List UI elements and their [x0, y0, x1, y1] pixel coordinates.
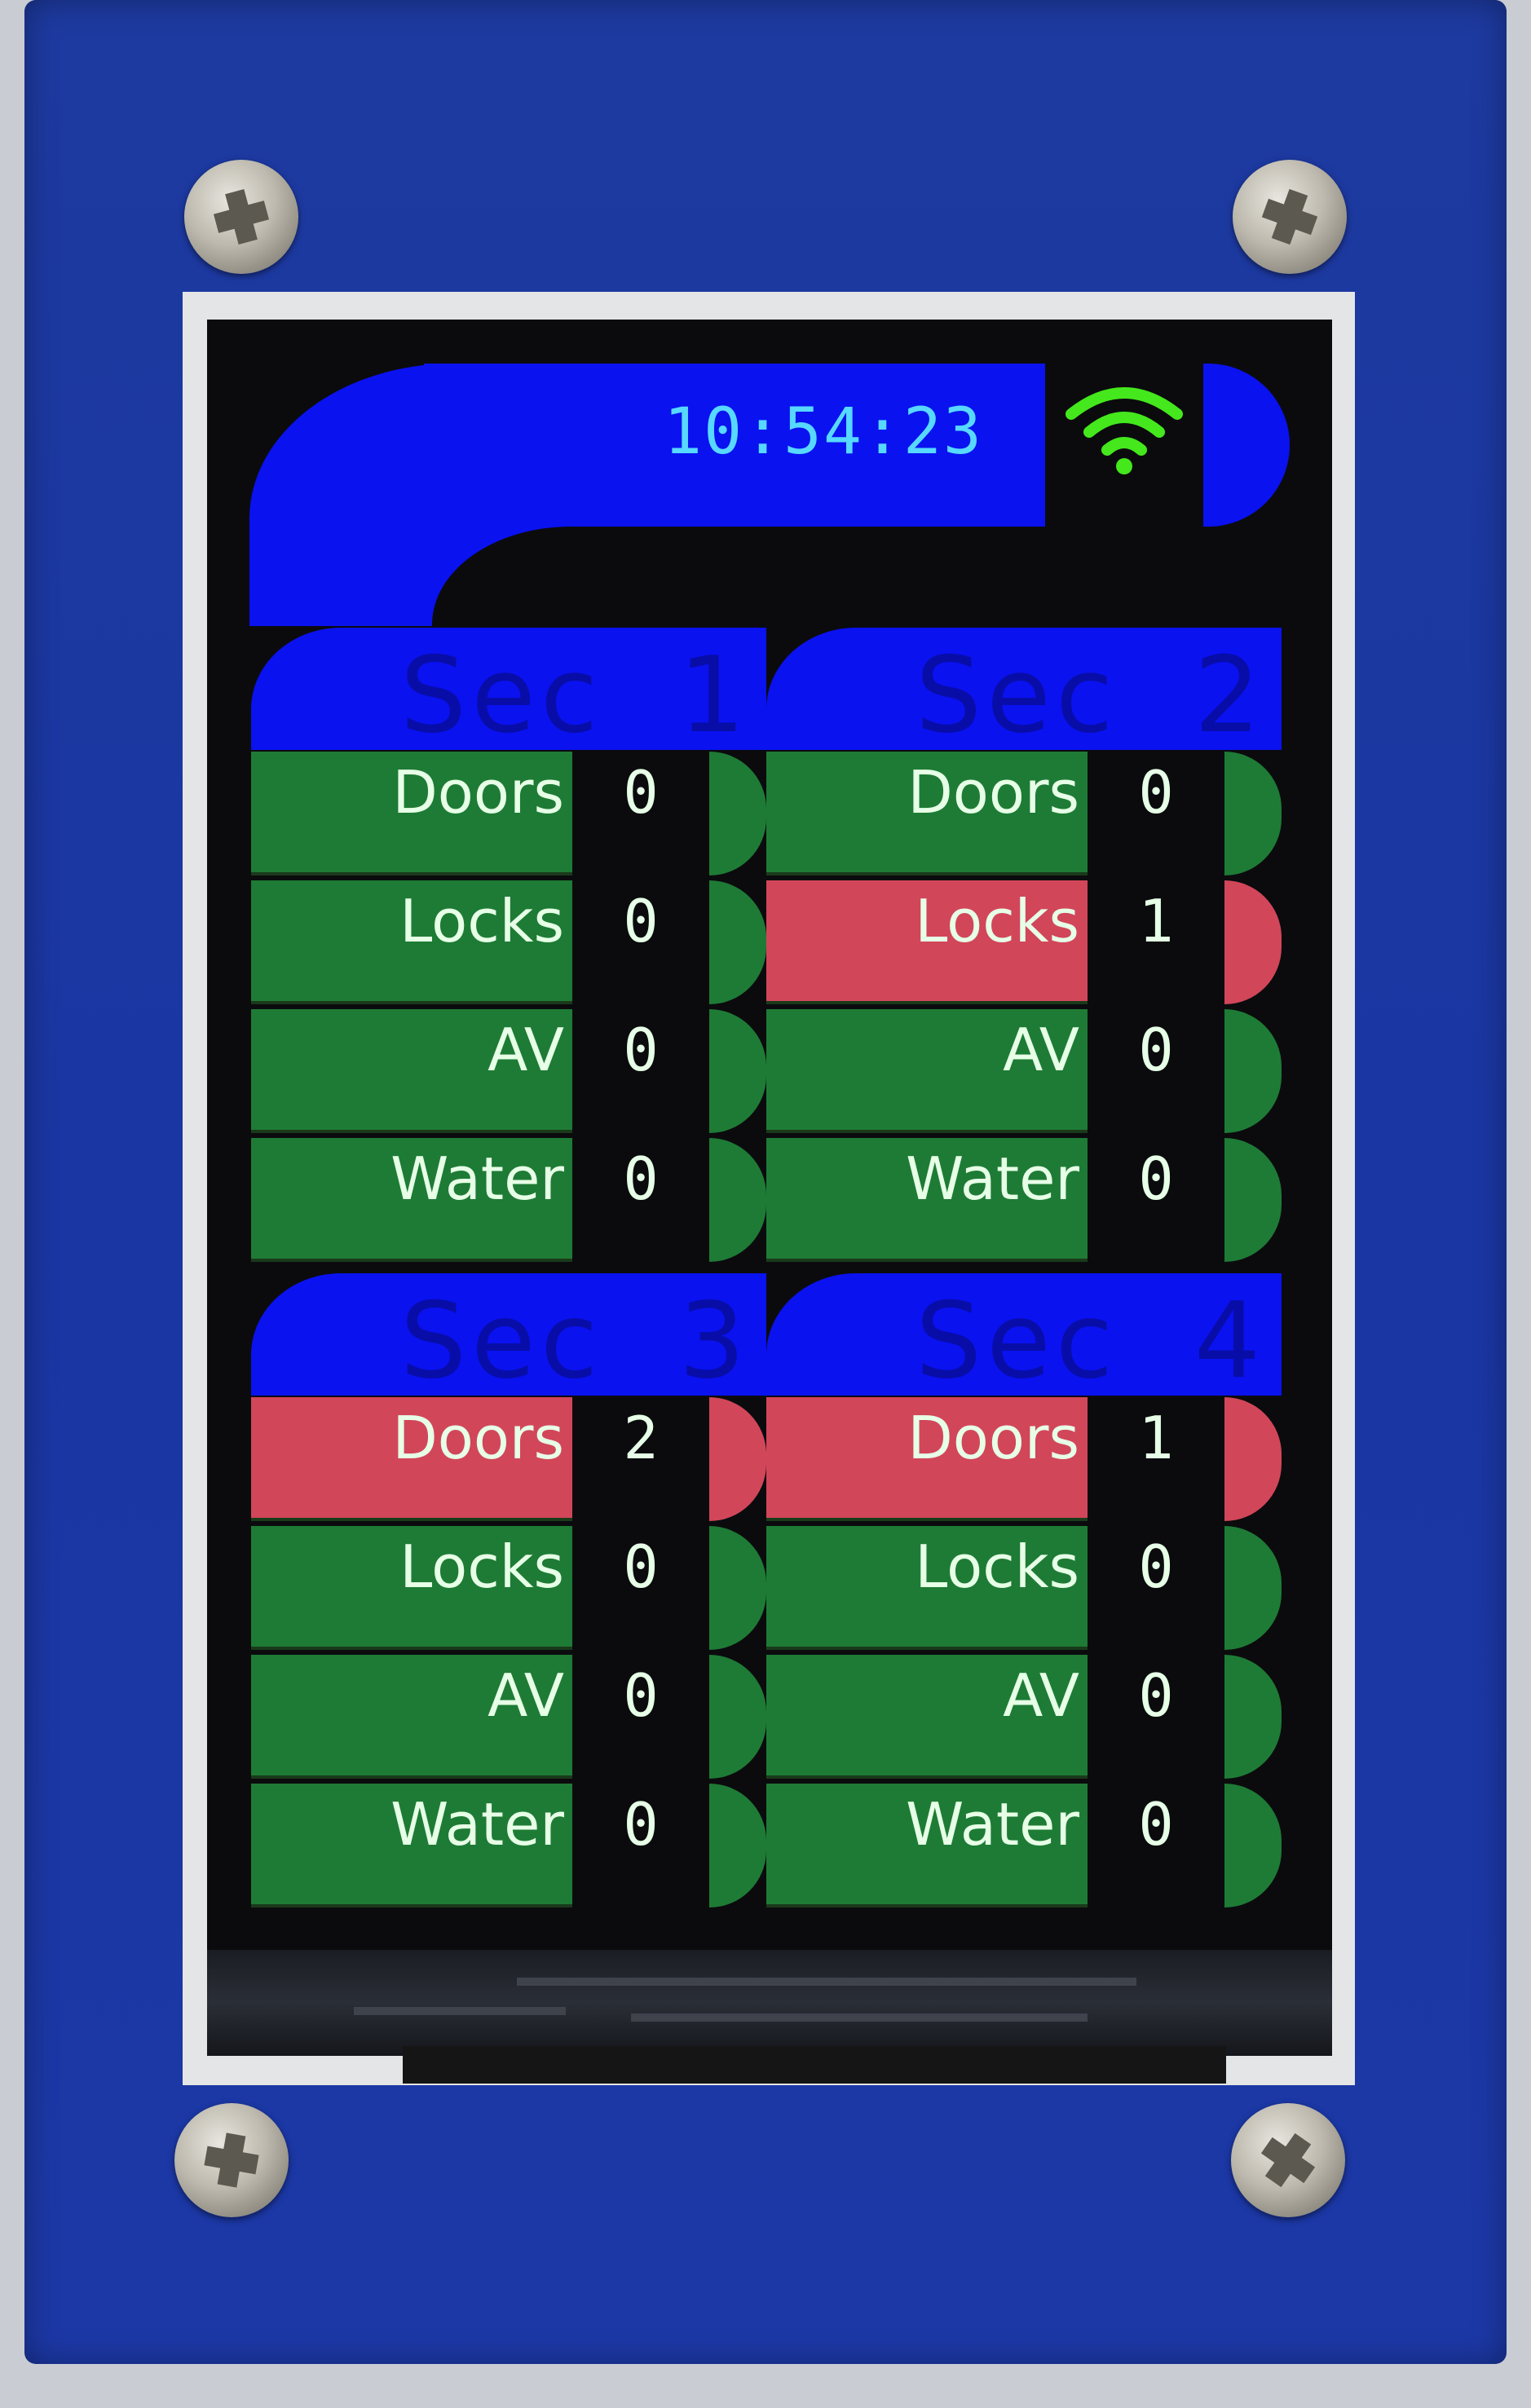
lcd-flex-strip — [207, 1950, 1332, 2056]
status-indicator-cap — [1224, 752, 1282, 875]
status-count: 0 — [572, 1784, 709, 1907]
section-1-row-water: Water 0 — [251, 1138, 766, 1262]
status-count: 0 — [572, 1138, 709, 1262]
section-3-row-doors: Doors 2 — [251, 1397, 766, 1521]
section-3-row-av: AV 0 — [251, 1655, 766, 1779]
status-label: Locks — [766, 880, 1088, 1004]
status-count: 0 — [1088, 752, 1224, 875]
lcd-connector — [403, 2046, 1226, 2084]
status-count: 0 — [1088, 1009, 1224, 1133]
screw-top-right — [1233, 160, 1347, 274]
section-3-header: Sec 3 — [251, 1273, 766, 1396]
status-count: 0 — [1088, 1138, 1224, 1262]
status-count: 0 — [1088, 1526, 1224, 1650]
status-label: Water — [251, 1784, 572, 1907]
status-indicator-cap — [1224, 1138, 1282, 1262]
wifi-icon — [1063, 380, 1185, 478]
section-3-row-locks: Locks 0 — [251, 1526, 766, 1650]
section-2-row-av: AV 0 — [766, 1009, 1282, 1133]
section-2-row-locks: Locks 1 — [766, 880, 1282, 1004]
section-4-row-doors: Doors 1 — [766, 1397, 1282, 1521]
status-count: 1 — [1088, 880, 1224, 1004]
section-1-title: Sec 1 — [399, 635, 750, 750]
section-1-row-locks: Locks 0 — [251, 880, 766, 1004]
status-label: AV — [766, 1009, 1088, 1133]
section-2-header: Sec 2 — [766, 628, 1282, 750]
section-1-row-doors: Doors 0 — [251, 752, 766, 875]
screw-bottom-right — [1231, 2103, 1345, 2217]
status-label: AV — [251, 1009, 572, 1133]
status-label: AV — [766, 1655, 1088, 1779]
section-4-row-locks: Locks 0 — [766, 1526, 1282, 1650]
status-count: 2 — [572, 1397, 709, 1521]
status-indicator-cap — [709, 1526, 766, 1650]
status-indicator-cap — [709, 752, 766, 875]
status-indicator-cap — [1224, 880, 1282, 1004]
status-label: Doors — [766, 752, 1088, 875]
section-4-row-water: Water 0 — [766, 1784, 1282, 1907]
status-count: 0 — [572, 1526, 709, 1650]
status-label: Locks — [766, 1526, 1088, 1650]
status-indicator-cap — [709, 1397, 766, 1521]
section-2-row-water: Water 0 — [766, 1138, 1282, 1262]
section-3-title: Sec 3 — [399, 1281, 750, 1396]
status-label: AV — [251, 1655, 572, 1779]
status-count: 0 — [572, 1009, 709, 1133]
section-2-row-doors: Doors 0 — [766, 752, 1282, 875]
status-label: Doors — [251, 1397, 572, 1521]
section-1-header: Sec 1 — [251, 628, 766, 750]
screw-bottom-left — [174, 2103, 289, 2217]
status-label: Locks — [251, 1526, 572, 1650]
status-label: Doors — [251, 752, 572, 875]
screw-top-left — [184, 160, 298, 274]
status-count: 0 — [1088, 1784, 1224, 1907]
status-count: 1 — [1088, 1397, 1224, 1521]
status-label: Water — [766, 1138, 1088, 1262]
status-indicator-cap — [1224, 1397, 1282, 1521]
section-2-title: Sec 2 — [915, 635, 1265, 750]
status-indicator-cap — [709, 880, 766, 1004]
section-1-row-av: AV 0 — [251, 1009, 766, 1133]
section-4-header: Sec 4 — [766, 1273, 1282, 1396]
status-label: Water — [766, 1784, 1088, 1907]
status-label: Locks — [251, 880, 572, 1004]
status-indicator-cap — [709, 1784, 766, 1907]
section-4-title: Sec 4 — [915, 1281, 1265, 1396]
status-label: Doors — [766, 1397, 1088, 1521]
status-indicator-cap — [1224, 1655, 1282, 1779]
status-count: 0 — [572, 1655, 709, 1779]
status-indicator-cap — [1224, 1784, 1282, 1907]
status-indicator-cap — [1224, 1009, 1282, 1133]
status-indicator-cap — [1224, 1526, 1282, 1650]
status-count: 0 — [572, 752, 709, 875]
status-label: Water — [251, 1138, 572, 1262]
status-indicator-cap — [709, 1138, 766, 1262]
section-3-row-water: Water 0 — [251, 1784, 766, 1907]
status-indicator-cap — [709, 1655, 766, 1779]
status-count: 0 — [1088, 1655, 1224, 1779]
section-4-row-av: AV 0 — [766, 1655, 1282, 1779]
status-indicator-cap — [709, 1009, 766, 1133]
status-count: 0 — [572, 880, 709, 1004]
clock-display: 10:54:23 — [664, 395, 983, 469]
